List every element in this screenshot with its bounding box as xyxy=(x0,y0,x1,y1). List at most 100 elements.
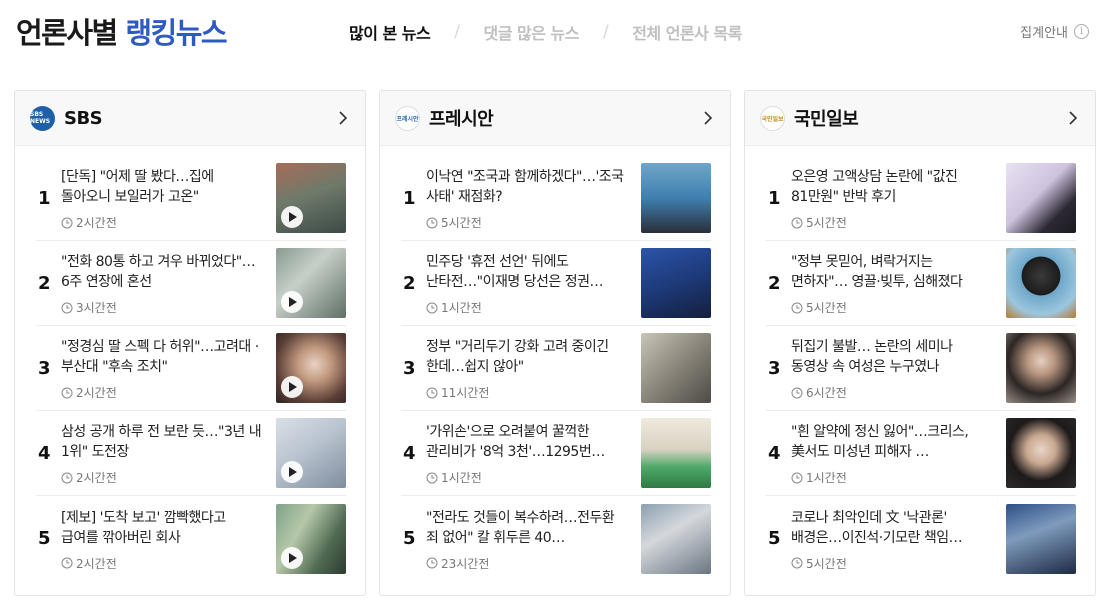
time-ago: 1시간전 xyxy=(426,469,627,486)
clock-icon xyxy=(426,302,438,313)
news-thumbnail[interactable] xyxy=(276,503,346,574)
ranking-item[interactable]: 1 [단독] "어제 딸 봤다…집에 돌아오니 보일러가 고온" 2시간전 xyxy=(36,156,346,241)
ranking-item[interactable]: 5 코로나 최악인데 文 '낙관론' 배경은…이진석·기모란 책임… 5시간전 xyxy=(766,496,1076,581)
press-columns: SBS NEWS SBS 1 [단독] "어제 딸 봤다…집에 돌아오니 보일러… xyxy=(14,90,1096,596)
clock-icon xyxy=(791,472,803,483)
chevron-right-icon[interactable] xyxy=(335,110,351,126)
clock-icon xyxy=(426,387,438,398)
ranking-item[interactable]: 4 '가위손'으로 오려붙여 꿀꺽한 관리비가 '8억 3천'…1295번… 1… xyxy=(401,411,711,496)
chevron-right-icon[interactable] xyxy=(1065,110,1081,126)
ranking-item[interactable]: 3 뒤집기 불발… 논란의 세미나 동영상 속 여성은 누구였나 6시간전 xyxy=(766,326,1076,411)
tab-press-list[interactable]: 전체 언론사 목록 xyxy=(632,20,742,44)
video-play-icon xyxy=(281,376,303,398)
news-title[interactable]: 이낙연 "조국과 함께하겠다"…'조국 사태' 재점화? xyxy=(426,167,627,207)
press-card-sbs: SBS NEWS SBS 1 [단독] "어제 딸 봤다…집에 돌아오니 보일러… xyxy=(14,90,366,596)
tab-separator: / xyxy=(454,22,460,42)
info-icon: i xyxy=(1074,24,1089,39)
time-ago: 2시간전 xyxy=(61,469,262,486)
aggregation-info-label: 집계안내 xyxy=(1020,26,1068,41)
clock-icon xyxy=(61,217,73,228)
news-title[interactable]: "흰 알약에 정신 잃어"…크리스, 美서도 미성년 피해자 … xyxy=(791,422,992,462)
ranking-item[interactable]: 1 오은영 고액상담 논란에 "값진 81만원" 반박 후기 5시간전 xyxy=(766,156,1076,241)
ranking-item[interactable]: 2 "전화 80통 하고 겨우 바뀌었다"…6주 연장에 혼선 3시간전 xyxy=(36,241,346,326)
rank-number: 4 xyxy=(403,442,416,464)
rank-number: 3 xyxy=(403,357,416,379)
press-name: SBS xyxy=(64,107,103,129)
ranking-item[interactable]: 4 "흰 알약에 정신 잃어"…크리스, 美서도 미성년 피해자 … 1시간전 xyxy=(766,411,1076,496)
rank-number: 4 xyxy=(768,442,781,464)
news-title[interactable]: 삼성 공개 하루 전 보란 듯…"3년 내 1위" 도전장 xyxy=(61,422,262,462)
news-title[interactable]: 오은영 고액상담 논란에 "값진 81만원" 반박 후기 xyxy=(791,167,992,207)
news-title[interactable]: "전화 80통 하고 겨우 바뀌었다"…6주 연장에 혼선 xyxy=(61,252,262,292)
clock-icon xyxy=(61,472,73,483)
ranking-item[interactable]: 3 "정경심 딸 스펙 다 허위"…고려대 · 부산대 "후속 조치" 2시간전 xyxy=(36,326,346,411)
ranking-list: 1 오은영 고액상담 논란에 "값진 81만원" 반박 후기 5시간전 2 "정… xyxy=(745,146,1095,581)
news-title[interactable]: [단독] "어제 딸 봤다…집에 돌아오니 보일러가 고온" xyxy=(61,167,262,207)
news-title[interactable]: 민주당 '휴전 선언' 뒤에도 난타전…"이재명 당선은 정권… xyxy=(426,252,627,292)
rank-number: 5 xyxy=(403,528,416,549)
time-ago: 1시간전 xyxy=(791,469,992,486)
news-thumbnail[interactable] xyxy=(641,163,711,233)
tab-most-viewed[interactable]: 많이 본 뉴스 xyxy=(349,20,431,44)
ranking-item[interactable]: 4 삼성 공개 하루 전 보란 듯…"3년 내 1위" 도전장 2시간전 xyxy=(36,411,346,496)
press-name: 프레시안 xyxy=(429,109,494,130)
news-thumbnail[interactable] xyxy=(276,163,346,233)
ranking-item[interactable]: 5 "전라도 것들이 복수하려…전두환 죄 없어" 칼 휘두른 40… 23시간… xyxy=(401,496,711,581)
news-title[interactable]: "정경심 딸 스펙 다 허위"…고려대 · 부산대 "후속 조치" xyxy=(61,337,262,377)
news-title[interactable]: 정부 "거리두기 강화 고려 중이긴 한데…쉽지 않아" xyxy=(426,337,627,377)
press-header[interactable]: 국민일보 국민일보 xyxy=(745,91,1095,146)
tab-most-commented[interactable]: 댓글 많은 뉴스 xyxy=(483,20,579,44)
press-card-kmib: 국민일보 국민일보 1 오은영 고액상담 논란에 "값진 81만원" 반박 후기… xyxy=(744,90,1096,596)
clock-icon xyxy=(791,217,803,228)
rank-number: 1 xyxy=(38,187,51,209)
news-title[interactable]: '가위손'으로 오려붙여 꿀꺽한 관리비가 '8억 3천'…1295번… xyxy=(426,422,627,462)
news-thumbnail[interactable] xyxy=(1006,163,1076,233)
news-thumbnail[interactable] xyxy=(276,333,346,403)
brand-part2: 랭킹뉴스 xyxy=(125,16,227,50)
chevron-right-icon[interactable] xyxy=(700,110,716,126)
time-ago: 23시간전 xyxy=(426,555,627,572)
press-header[interactable]: SBS NEWS SBS xyxy=(15,91,365,146)
kmib-logo: 국민일보 xyxy=(760,105,785,131)
tab-separator: / xyxy=(602,22,609,42)
ranking-item[interactable]: 1 이낙연 "조국과 함께하겠다"…'조국 사태' 재점화? 5시간전 xyxy=(401,156,711,241)
clock-icon xyxy=(426,557,438,569)
ranking-item[interactable]: 2 민주당 '휴전 선언' 뒤에도 난타전…"이재명 당선은 정권… 1시간전 xyxy=(401,241,711,326)
news-title[interactable]: 뒤집기 불발… 논란의 세미나 동영상 속 여성은 누구였나 xyxy=(791,337,992,377)
rank-number: 5 xyxy=(38,528,51,549)
news-title[interactable]: "정부 못믿어, 벼락거지는 면하자"… 영끌·빚투, 심해졌다 xyxy=(791,252,992,292)
clock-icon xyxy=(791,302,803,313)
ranking-item[interactable]: 3 정부 "거리두기 강화 고려 중이긴 한데…쉽지 않아" 11시간전 xyxy=(401,326,711,411)
clock-icon xyxy=(426,472,438,483)
clock-icon xyxy=(791,387,803,398)
news-thumbnail[interactable] xyxy=(276,418,346,488)
news-thumbnail[interactable] xyxy=(276,248,346,318)
clock-icon xyxy=(61,557,73,569)
clock-icon xyxy=(426,217,438,228)
press-header[interactable]: 프레시안 프레시안 xyxy=(380,91,730,146)
news-thumbnail[interactable] xyxy=(1006,248,1076,318)
news-thumbnail[interactable] xyxy=(641,418,711,488)
news-thumbnail[interactable] xyxy=(1006,503,1076,574)
sbs-logo: SBS NEWS xyxy=(30,105,55,131)
rank-number: 3 xyxy=(768,357,781,379)
news-thumbnail[interactable] xyxy=(641,333,711,403)
rank-number: 2 xyxy=(403,272,416,294)
rank-number: 4 xyxy=(38,442,51,464)
pressian-logo: 프레시안 xyxy=(395,105,420,131)
news-title[interactable]: "전라도 것들이 복수하려…전두환 죄 없어" 칼 휘두른 40… xyxy=(426,508,627,548)
ranking-item[interactable]: 2 "정부 못믿어, 벼락거지는 면하자"… 영끌·빚투, 심해졌다 5시간전 xyxy=(766,241,1076,326)
aggregation-info-link[interactable]: 집계안내 i xyxy=(1020,22,1089,41)
ranking-item[interactable]: 5 [제보] '도착 보고' 깜빡했다고 급여를 깎아버린 회사 2시간전 xyxy=(36,496,346,581)
news-thumbnail[interactable] xyxy=(1006,333,1076,403)
news-thumbnail[interactable] xyxy=(641,503,711,574)
time-ago: 5시간전 xyxy=(791,214,992,231)
news-thumbnail[interactable] xyxy=(1006,418,1076,488)
news-title[interactable]: [제보] '도착 보고' 깜빡했다고 급여를 깎아버린 회사 xyxy=(61,508,262,548)
news-title[interactable]: 코로나 최악인데 文 '낙관론' 배경은…이진석·기모란 책임… xyxy=(791,508,992,548)
clock-icon xyxy=(61,302,73,313)
time-ago: 3시간전 xyxy=(61,299,262,316)
time-ago: 1시간전 xyxy=(426,299,627,316)
time-ago: 5시간전 xyxy=(791,555,992,572)
news-thumbnail[interactable] xyxy=(641,248,711,318)
